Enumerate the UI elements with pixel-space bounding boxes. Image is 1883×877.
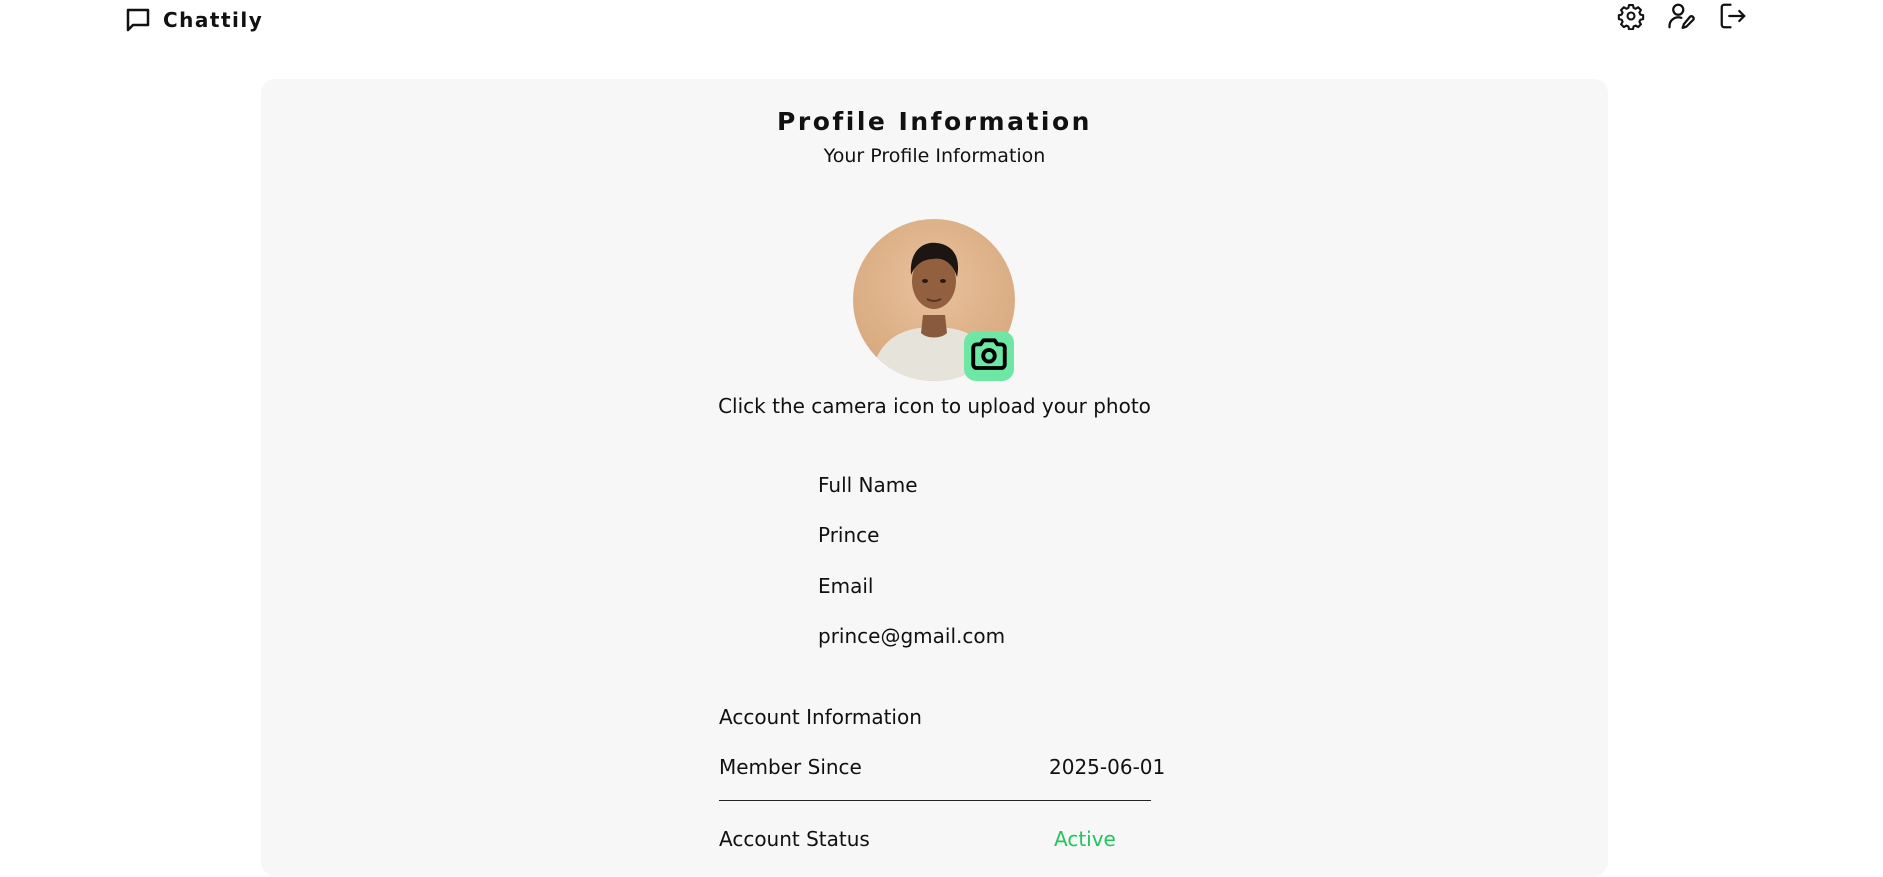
member-since-label: Member Since <box>719 755 862 779</box>
upload-hint: Click the camera icon to upload your pho… <box>718 394 1151 418</box>
account-status-label: Account Status <box>719 827 870 851</box>
account-status-badge: Active <box>1054 827 1116 851</box>
profile-card: Profile Information Your Profile Informa… <box>261 79 1608 876</box>
brand-name: Chattily <box>163 8 264 32</box>
account-info-title: Account Information <box>719 705 922 729</box>
full-name-value: Prince <box>818 523 880 547</box>
chat-bubble-icon <box>123 5 153 35</box>
avatar-container <box>853 219 1015 381</box>
logout-icon <box>1718 1 1748 35</box>
email-label: Email <box>818 574 874 598</box>
email-value: prince@gmail.com <box>818 624 1006 648</box>
member-since-value: 2025-06-01 <box>1049 755 1166 779</box>
page-title: Profile Information <box>777 107 1092 136</box>
full-name-label: Full Name <box>818 473 918 497</box>
logout-button[interactable] <box>1718 2 1748 34</box>
edit-profile-icon <box>1667 1 1697 35</box>
settings-button[interactable] <box>1616 2 1646 34</box>
brand-link[interactable]: Chattily <box>123 4 263 36</box>
top-navbar: Chattily <box>0 0 1883 40</box>
upload-photo-button[interactable] <box>964 331 1014 381</box>
account-divider <box>719 800 1151 801</box>
camera-icon <box>968 333 1010 379</box>
nav-actions <box>1616 2 1748 34</box>
edit-profile-button[interactable] <box>1667 2 1697 34</box>
settings-icon <box>1617 2 1645 34</box>
page-subtitle: Your Profile Information <box>823 145 1046 167</box>
